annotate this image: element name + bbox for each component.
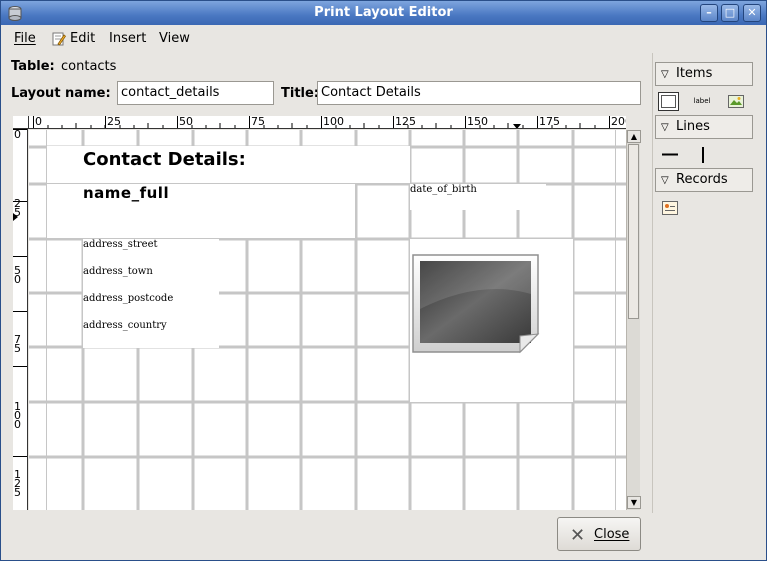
- menu-file[interactable]: File: [14, 31, 36, 46]
- maximize-button[interactable]: □: [721, 4, 739, 22]
- address-country-field[interactable]: address_country: [83, 320, 167, 331]
- address-postcode-field[interactable]: address_postcode: [83, 293, 173, 304]
- ruler-h-label: 50: [179, 116, 193, 128]
- address-block: address_street address_town address_post…: [83, 239, 219, 348]
- vertical-line-icon: [702, 147, 704, 163]
- scroll-up-arrow-icon[interactable]: ▲: [627, 130, 641, 143]
- ruler-h-label: 150: [467, 116, 488, 128]
- title-input[interactable]: Contact Details: [317, 81, 641, 105]
- address-town-field[interactable]: address_town: [83, 266, 153, 277]
- image-field[interactable]: [410, 239, 573, 402]
- title-bar[interactable]: Print Layout Editor – □ ✕: [1, 1, 766, 25]
- expander-triangle-icon: ▽: [661, 122, 669, 133]
- scroll-thumb[interactable]: [628, 144, 639, 319]
- vertical-line-tool[interactable]: [691, 144, 715, 166]
- ruler-h-label: 75: [251, 116, 265, 128]
- ruler-v-label: 0: [14, 129, 21, 141]
- close-button-label: Close: [594, 527, 630, 542]
- ruler-v-label: 1 2 5: [14, 469, 21, 499]
- image-tool[interactable]: [724, 91, 748, 113]
- vertical-ruler-ticks: [13, 129, 27, 457]
- ruler-v-label: 2 5: [14, 198, 21, 219]
- layout-canvas[interactable]: Contact Details: name_full date_of_birth…: [29, 130, 626, 510]
- menu-insert[interactable]: Insert: [109, 31, 146, 46]
- vertical-ruler: 0 2 5 5 0 7 5 1 0 0 1 2 5: [13, 129, 28, 510]
- image-placeholder-icon: [412, 254, 540, 354]
- layout-name-label: Layout name:: [11, 86, 111, 101]
- text-box-tool[interactable]: [657, 91, 681, 113]
- address-street-field[interactable]: address_street: [83, 239, 158, 250]
- ruler-v-digit: 0: [14, 129, 21, 141]
- scroll-down-arrow-icon[interactable]: ▼: [627, 496, 641, 509]
- expander-triangle-icon: ▽: [661, 175, 669, 186]
- ruler-v-digit: 5: [14, 342, 21, 355]
- ruler-v-digit: 0: [14, 418, 21, 431]
- lines-label: Lines: [676, 119, 710, 134]
- ruler-h-label: 0: [35, 116, 42, 128]
- title-text-item[interactable]: Contact Details:: [47, 146, 410, 183]
- ruler-h-label: 200: [611, 116, 626, 128]
- portal-tool[interactable]: [658, 197, 682, 219]
- toolbox-separator[interactable]: [652, 53, 653, 513]
- ruler-v-digit: 0: [14, 273, 21, 286]
- ruler-h-label: 175: [539, 116, 560, 128]
- items-label: Items: [676, 66, 713, 81]
- minimize-button[interactable]: –: [700, 4, 718, 22]
- horizontal-line-icon: [662, 153, 678, 156]
- close-x-icon: ✕: [570, 525, 586, 546]
- image-icon: [728, 95, 744, 108]
- layout-name-input[interactable]: contact_details: [117, 81, 274, 105]
- ruler-corner: [13, 116, 29, 129]
- ruler-h-label: 25: [107, 116, 121, 128]
- ruler-v-digit: 5: [14, 486, 21, 499]
- menu-edit[interactable]: Edit: [52, 31, 95, 46]
- name-full-field[interactable]: name_full: [47, 184, 355, 238]
- close-button[interactable]: ✕ Close: [557, 517, 641, 551]
- date-of-birth-field[interactable]: date_of_birth: [410, 184, 546, 210]
- ruler-v-label: 7 5: [14, 334, 21, 355]
- title-text: Contact Details:: [83, 149, 246, 170]
- ruler-h-label: 100: [323, 116, 344, 128]
- ruler-v-digit: 5: [14, 206, 21, 219]
- title-label: Title:: [281, 86, 320, 101]
- text-box-icon: [658, 92, 679, 111]
- ruler-v-label: 5 0: [14, 265, 21, 286]
- horizontal-ruler: 0 25 50 75 100 125 150 175 200: [29, 116, 626, 129]
- close-window-button[interactable]: ✕: [743, 4, 761, 22]
- table-value: contacts: [61, 59, 117, 74]
- date-of-birth-text: date_of_birth: [410, 184, 477, 195]
- items-expander[interactable]: ▽ Items: [655, 62, 753, 86]
- horizontal-line-tool[interactable]: [658, 144, 682, 166]
- window-title: Print Layout Editor: [314, 5, 453, 20]
- ruler-h-label: 125: [395, 116, 416, 128]
- name-full-text: name_full: [83, 184, 170, 202]
- label-tool[interactable]: label: [690, 93, 714, 115]
- lines-expander[interactable]: ▽ Lines: [655, 115, 753, 139]
- print-layout-editor-window: Print Layout Editor – □ ✕ File Edit Inse…: [0, 0, 767, 561]
- records-label: Records: [676, 172, 728, 187]
- menu-view[interactable]: View: [159, 31, 190, 46]
- portal-icon: [662, 201, 678, 215]
- ruler-v-label: 1 0 0: [14, 401, 21, 431]
- records-expander[interactable]: ▽ Records: [655, 168, 753, 192]
- edit-icon: [52, 32, 66, 46]
- expander-triangle-icon: ▽: [661, 69, 669, 80]
- menu-bar: File Edit Insert View: [1, 26, 766, 52]
- canvas-vertical-scrollbar[interactable]: ▲ ▼: [626, 130, 641, 510]
- table-label: Table:: [11, 59, 55, 74]
- label-icon: label: [693, 97, 711, 105]
